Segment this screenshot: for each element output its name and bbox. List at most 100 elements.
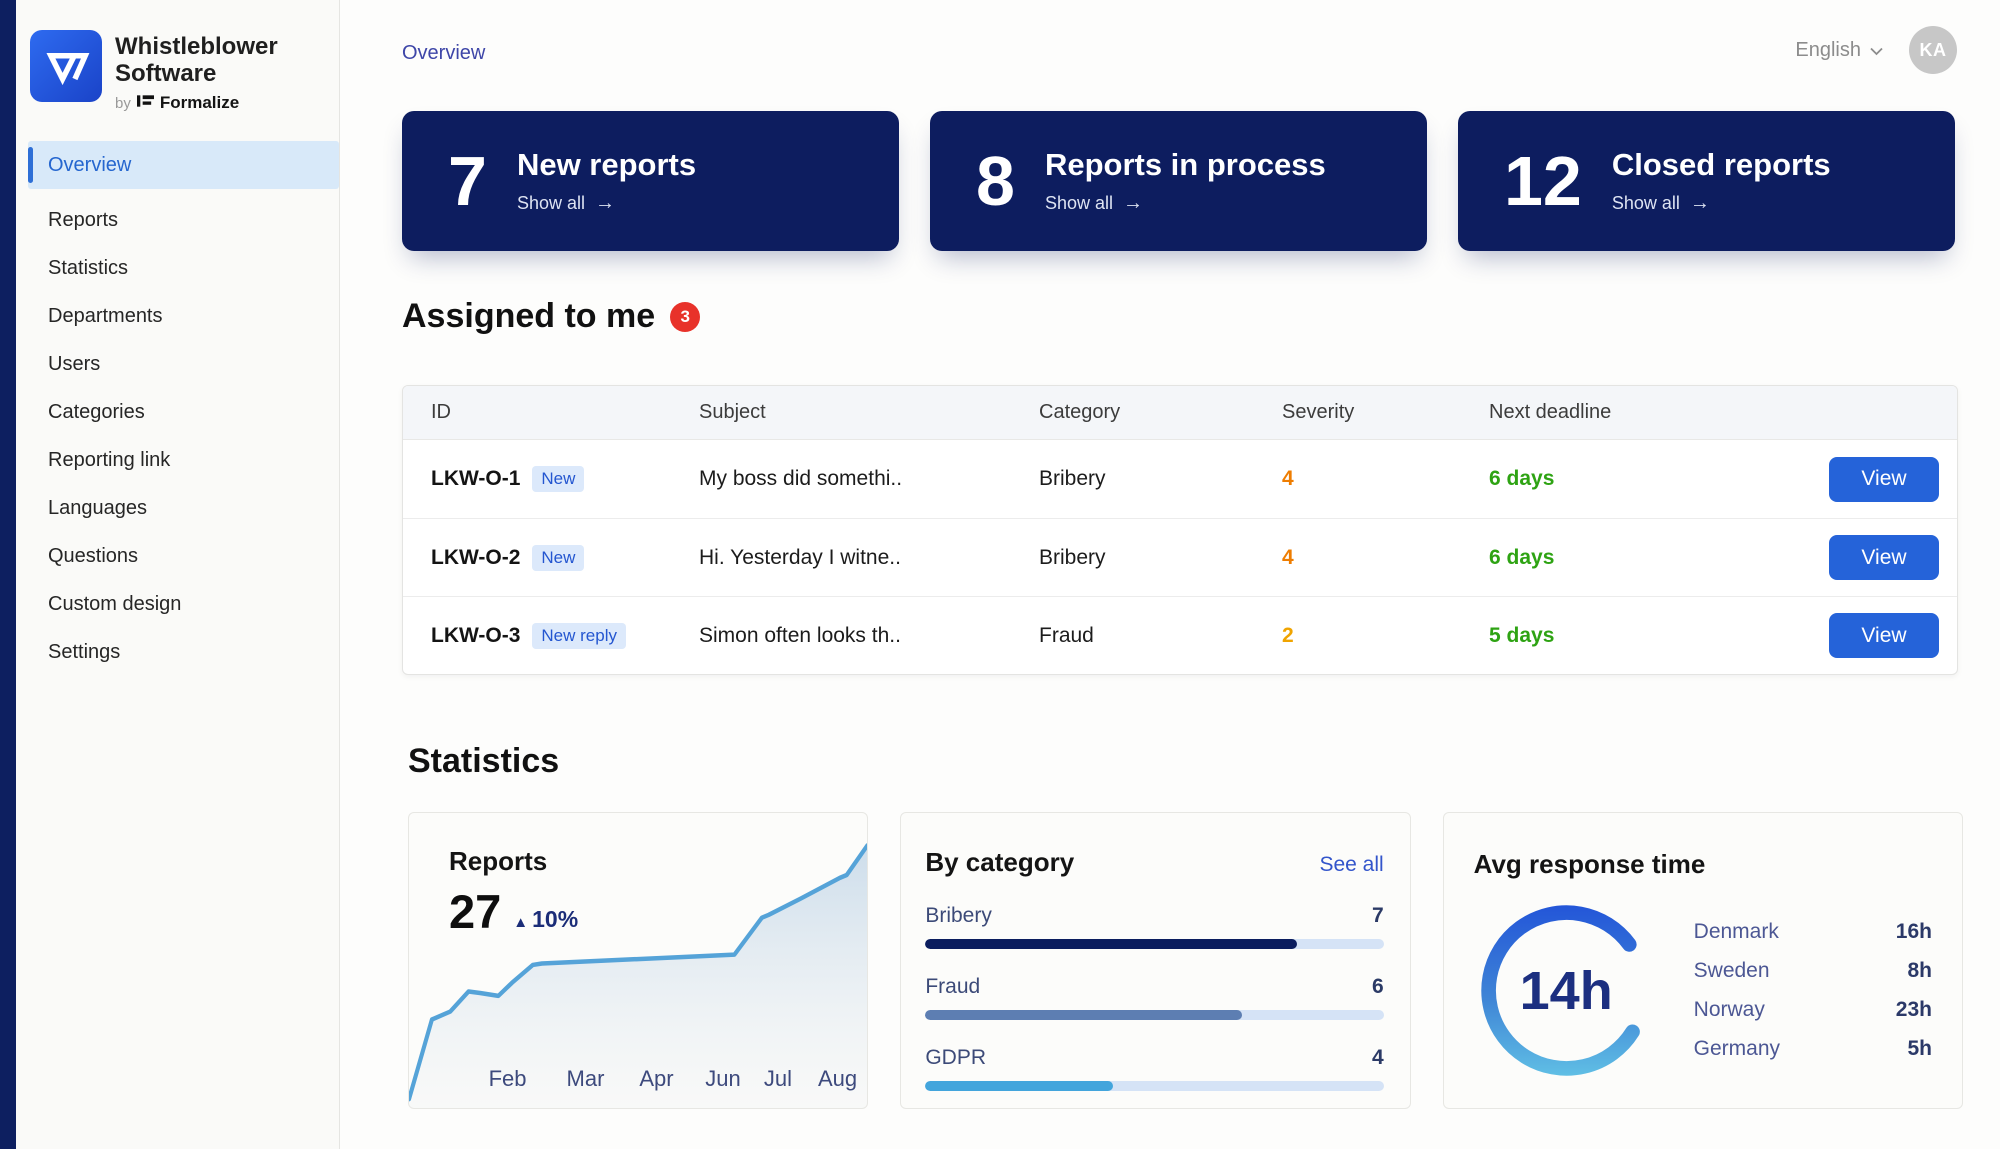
country-label: Sweden (1694, 959, 1770, 983)
new-reports-card[interactable]: 7 New reports Show all → (402, 111, 899, 251)
view-button[interactable]: View (1829, 613, 1939, 658)
summary-cards-row: 7 New reports Show all → 8 Reports in pr… (402, 111, 1955, 251)
report-category: Bribery (1039, 467, 1282, 491)
col-id: ID (431, 401, 699, 424)
reports-in-process-title: Reports in process (1045, 147, 1326, 183)
status-badge: New reply (532, 623, 626, 649)
report-deadline: 6 days (1489, 546, 1749, 570)
arrow-right-icon: → (595, 192, 615, 215)
sidebar-item-overview[interactable]: Overview (28, 141, 339, 189)
report-subject: Simon often looks th.. (699, 624, 1039, 648)
report-subject: Hi. Yesterday I witne.. (699, 546, 1039, 570)
list-item: Germany 5h (1694, 1037, 1932, 1061)
country-label: Germany (1694, 1037, 1780, 1061)
bar-fill (925, 939, 1296, 949)
active-indicator-bar (28, 147, 33, 183)
see-all-link[interactable]: See all (1319, 853, 1383, 877)
brand-text: Whistleblower Software by Formalize (115, 30, 278, 113)
assigned-title: Assigned to me (402, 297, 655, 336)
col-category: Category (1039, 401, 1282, 424)
category-label: Fraud (925, 975, 980, 999)
sidebar-item-settings[interactable]: Settings (28, 628, 339, 676)
sidebar-item-users[interactable]: Users (28, 340, 339, 388)
bar-fill (925, 1010, 1241, 1020)
col-deadline: Next deadline (1489, 401, 1749, 424)
category-label: Bribery (925, 904, 992, 928)
country-value: 8h (1907, 959, 1932, 983)
show-all-link[interactable]: Show all → (1612, 192, 1831, 215)
category-bar-row: Fraud 6 (925, 975, 1383, 1020)
arrow-right-icon: → (1123, 192, 1143, 215)
avg-response-title: Avg response time (1474, 849, 1932, 880)
x-axis-label: Jul (764, 1066, 792, 1092)
report-severity: 4 (1282, 546, 1489, 570)
bar-track (925, 939, 1383, 949)
assigned-count-badge: 3 (670, 302, 700, 332)
left-edge-strip (0, 0, 16, 1149)
category-value: 6 (1372, 975, 1384, 999)
statistics-title: Statistics (408, 742, 559, 781)
col-severity: Severity (1282, 401, 1489, 424)
bar-fill (925, 1081, 1113, 1091)
reports-in-process-card[interactable]: 8 Reports in process Show all → (930, 111, 1427, 251)
brand-name-line1: Whistleblower (115, 33, 278, 60)
language-selector[interactable]: English (1795, 39, 1883, 62)
table-row[interactable]: LKW-O-2 New Hi. Yesterday I witne.. Brib… (403, 518, 1957, 596)
assigned-table: ID Subject Category Severity Next deadli… (402, 385, 1958, 675)
sidebar-item-languages[interactable]: Languages (28, 484, 339, 532)
reports-chart-title: Reports (449, 846, 578, 877)
report-id: LKW-O-3 (431, 624, 520, 648)
bar-track (925, 1010, 1383, 1020)
report-deadline: 6 days (1489, 467, 1749, 491)
whistleblower-logo-icon (30, 30, 102, 102)
table-row[interactable]: LKW-O-3 New reply Simon often looks th..… (403, 596, 1957, 674)
report-category: Fraud (1039, 624, 1282, 648)
closed-reports-card[interactable]: 12 Closed reports Show all → (1458, 111, 1955, 251)
reports-chart-card: Reports 27 ▲ 10% Feb Mar Apr Jun Jul Aug (408, 812, 868, 1109)
avatar[interactable]: KA (1909, 26, 1957, 74)
view-button[interactable]: View (1829, 535, 1939, 580)
x-axis-label: Jun (705, 1066, 740, 1092)
reports-delta: 10% (532, 906, 578, 933)
report-id: LKW-O-1 (431, 467, 520, 491)
byline-brand: Formalize (160, 93, 239, 113)
sidebar-item-departments[interactable]: Departments (28, 292, 339, 340)
sidebar-item-statistics[interactable]: Statistics (28, 244, 339, 292)
by-category-title: By category (925, 847, 1074, 878)
table-row[interactable]: LKW-O-1 New My boss did somethi.. Briber… (403, 440, 1957, 518)
sidebar-item-reporting-link[interactable]: Reporting link (28, 436, 339, 484)
category-bar-row: Bribery 7 (925, 904, 1383, 949)
closed-reports-count: 12 (1504, 146, 1582, 216)
col-subject: Subject (699, 401, 1039, 424)
sidebar-item-custom-design[interactable]: Custom design (28, 580, 339, 628)
x-axis-label: Mar (567, 1066, 605, 1092)
language-label: English (1795, 39, 1861, 62)
avg-response-card: Avg response time 14h (1443, 812, 1963, 1109)
sidebar: Whistleblower Software by Formalize Over… (16, 0, 340, 1149)
sidebar-nav: Overview Reports Statistics Departments … (16, 141, 339, 676)
status-badge: New (532, 466, 584, 492)
main-content: Overview English KA 7 New reports Show a… (340, 0, 2000, 1149)
formalize-icon (137, 94, 154, 113)
chevron-down-icon (1870, 39, 1883, 62)
list-item: Norway 23h (1694, 998, 1932, 1022)
sidebar-item-categories[interactable]: Categories (28, 388, 339, 436)
report-id: LKW-O-2 (431, 546, 520, 570)
table-header: ID Subject Category Severity Next deadli… (403, 386, 1957, 440)
brand[interactable]: Whistleblower Software by Formalize (16, 0, 339, 113)
by-category-card: By category See all Bribery 7 Fraud 6 (900, 812, 1410, 1109)
report-subject: My boss did somethi.. (699, 467, 1039, 491)
x-axis-label: Apr (639, 1066, 673, 1092)
response-country-list: Denmark 16h Sweden 8h Norway 23h Germany… (1694, 920, 1932, 1061)
delta-up-icon: ▲ (513, 914, 528, 931)
show-all-link[interactable]: Show all → (517, 192, 696, 215)
brand-name-line2: Software (115, 60, 278, 87)
category-label: GDPR (925, 1046, 986, 1070)
view-button[interactable]: View (1829, 457, 1939, 502)
country-value: 23h (1896, 998, 1932, 1022)
breadcrumb[interactable]: Overview (402, 42, 485, 65)
sidebar-item-reports[interactable]: Reports (28, 196, 339, 244)
show-all-link[interactable]: Show all → (1045, 192, 1326, 215)
sidebar-item-questions[interactable]: Questions (28, 532, 339, 580)
new-reports-title: New reports (517, 147, 696, 183)
